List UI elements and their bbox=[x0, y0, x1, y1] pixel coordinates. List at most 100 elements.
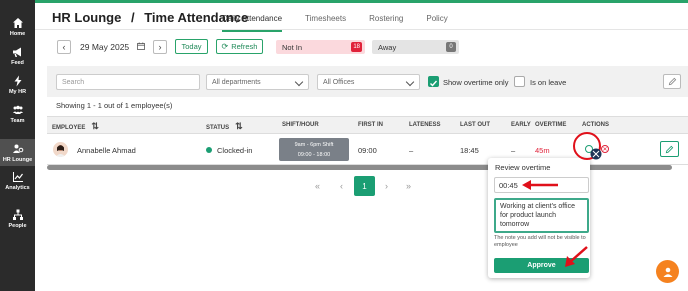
overtime-note-textarea[interactable]: Working at client's office for product l… bbox=[494, 198, 589, 233]
sidebar-item-people[interactable]: People bbox=[0, 209, 35, 233]
column-header-employee[interactable]: EMPLOYEE ⇅ bbox=[52, 121, 99, 132]
avatar bbox=[53, 142, 68, 157]
status-cell: Clocked-in bbox=[206, 146, 252, 155]
showing-count-text: Showing 1 - 1 out of 1 employee(s) bbox=[56, 101, 173, 110]
sort-icon[interactable]: ⇅ bbox=[235, 121, 243, 131]
refresh-icon: ⟳ bbox=[221, 42, 229, 51]
checkmark-icon bbox=[430, 80, 438, 87]
breadcrumb-root[interactable]: HR Lounge bbox=[52, 10, 121, 25]
breadcrumb-separator: / bbox=[130, 10, 135, 25]
employee-name[interactable]: Annabelle Ahmad bbox=[77, 146, 136, 155]
hr-lounge-icon bbox=[12, 144, 23, 153]
page-title: HR Lounge / Time Attendance bbox=[52, 10, 248, 25]
column-status-label: STATUS bbox=[206, 125, 230, 131]
next-page-button[interactable]: › bbox=[385, 181, 388, 191]
sidebar-item-analytics[interactable]: Analytics bbox=[0, 171, 35, 195]
tab-daily-attendance[interactable]: Daily Attendance bbox=[222, 14, 283, 32]
show-overtime-checkbox[interactable] bbox=[428, 76, 439, 87]
pencil-icon bbox=[665, 145, 674, 153]
column-header-early: EARLY bbox=[511, 122, 531, 128]
column-header-first-in: FIRST IN bbox=[358, 122, 383, 128]
column-header-actions: ACTIONS bbox=[582, 122, 609, 128]
sidebar-item-team[interactable]: Team bbox=[0, 104, 35, 128]
on-leave-checkbox[interactable] bbox=[514, 76, 525, 87]
sidebar-item-label: HR Lounge bbox=[2, 157, 33, 163]
status-dot bbox=[206, 147, 212, 153]
column-header-last-out: LAST OUT bbox=[460, 122, 490, 128]
shift-badge: 9am - 6pm Shift 09:00 - 18:00 bbox=[279, 138, 349, 161]
away-label: Away bbox=[378, 42, 397, 52]
lightning-icon bbox=[14, 75, 21, 87]
early-cell: – bbox=[511, 146, 516, 155]
sidebar-item-label: My HR bbox=[8, 89, 27, 95]
chevron-down-icon bbox=[294, 77, 304, 87]
calendar-icon[interactable] bbox=[137, 42, 145, 50]
first-in-cell: 09:00 bbox=[358, 146, 377, 155]
tab-bar: Daily Attendance Timesheets Rostering Po… bbox=[222, 14, 471, 32]
column-employee-label: EMPLOYEE bbox=[52, 125, 86, 131]
overtime-duration-input[interactable]: 00:45 bbox=[494, 177, 589, 193]
people-icon bbox=[12, 209, 23, 220]
sidebar-item-label: Team bbox=[10, 118, 25, 124]
chevron-down-icon bbox=[405, 77, 415, 87]
chat-button[interactable] bbox=[656, 260, 679, 283]
sidebar-item-feed[interactable]: Feed bbox=[0, 46, 35, 70]
shift-hours: 09:00 - 18:00 bbox=[297, 152, 331, 158]
sidebar-item-myhr[interactable]: My HR bbox=[0, 75, 35, 99]
megaphone-icon bbox=[12, 47, 21, 57]
column-header-overtime: OVERTIME bbox=[535, 122, 567, 128]
last-out-cell: 18:45 bbox=[460, 146, 479, 155]
sidebar-item-label: Analytics bbox=[5, 185, 30, 191]
sidebar-item-home[interactable]: Home bbox=[0, 17, 35, 41]
column-header-lateness: LATENESS bbox=[409, 122, 441, 128]
edit-row-button[interactable] bbox=[660, 141, 679, 157]
person-icon bbox=[663, 267, 672, 277]
refresh-button[interactable]: ⟳ Refresh bbox=[216, 39, 263, 54]
today-button[interactable]: Today bbox=[175, 39, 208, 54]
lateness-cell: – bbox=[409, 146, 414, 155]
offices-value: All Offices bbox=[323, 78, 355, 86]
sidebar-item-label: Feed bbox=[11, 60, 24, 66]
reject-overtime-icon[interactable]: ✕ bbox=[601, 145, 609, 153]
home-icon bbox=[12, 18, 23, 28]
search-input[interactable]: Search bbox=[56, 74, 200, 90]
column-header-shift: SHIFT/HOUR bbox=[282, 122, 319, 128]
sidebar-item-label: Home bbox=[9, 31, 26, 37]
approve-button[interactable]: Approve bbox=[494, 258, 589, 273]
away-count-badge: 0 bbox=[446, 42, 456, 52]
column-header-status[interactable]: STATUS ⇅ bbox=[206, 121, 243, 132]
last-page-button[interactable]: » bbox=[406, 181, 411, 191]
team-icon bbox=[12, 105, 23, 114]
tab-rostering[interactable]: Rostering bbox=[369, 14, 403, 32]
note-hint: The note you add will not be visible to … bbox=[494, 235, 586, 248]
on-leave-label: Is on leave bbox=[530, 78, 567, 87]
refresh-label: Refresh bbox=[231, 42, 258, 51]
prev-page-button[interactable]: ‹ bbox=[340, 181, 343, 191]
prev-date-button[interactable]: ‹ bbox=[57, 40, 71, 54]
pencil-icon bbox=[668, 77, 676, 86]
first-page-button[interactable]: « bbox=[315, 181, 320, 191]
not-in-count-badge: 18 bbox=[351, 42, 362, 52]
approve-overtime-icon[interactable] bbox=[585, 145, 593, 153]
tab-timesheets[interactable]: Timesheets bbox=[305, 14, 346, 32]
sidebar-item-hr-lounge[interactable]: HR Lounge bbox=[0, 139, 35, 166]
shift-name: 9am - 6pm Shift bbox=[294, 142, 334, 148]
not-in-filter[interactable]: Not In 18 bbox=[276, 40, 365, 54]
popover-title: Review overtime bbox=[495, 163, 551, 172]
edit-button[interactable] bbox=[663, 74, 681, 89]
sort-icon[interactable]: ⇅ bbox=[91, 121, 99, 131]
departments-select[interactable]: All departments bbox=[206, 74, 309, 90]
offices-select[interactable]: All Offices bbox=[317, 74, 420, 90]
departments-value: All departments bbox=[212, 78, 261, 86]
tab-policy[interactable]: Policy bbox=[426, 14, 447, 32]
away-filter[interactable]: Away 0 bbox=[372, 40, 459, 54]
chart-icon bbox=[12, 172, 23, 182]
date-display[interactable]: 29 May 2025 bbox=[80, 42, 129, 52]
overtime-cell: 45m bbox=[535, 146, 550, 155]
page-1-button[interactable]: 1 bbox=[354, 176, 375, 196]
sidebar-item-label: People bbox=[8, 223, 27, 229]
show-overtime-label: Show overtime only bbox=[443, 78, 509, 87]
status-label: Clocked-in bbox=[217, 146, 253, 155]
not-in-label: Not In bbox=[282, 42, 303, 52]
next-date-button[interactable]: › bbox=[153, 40, 167, 54]
